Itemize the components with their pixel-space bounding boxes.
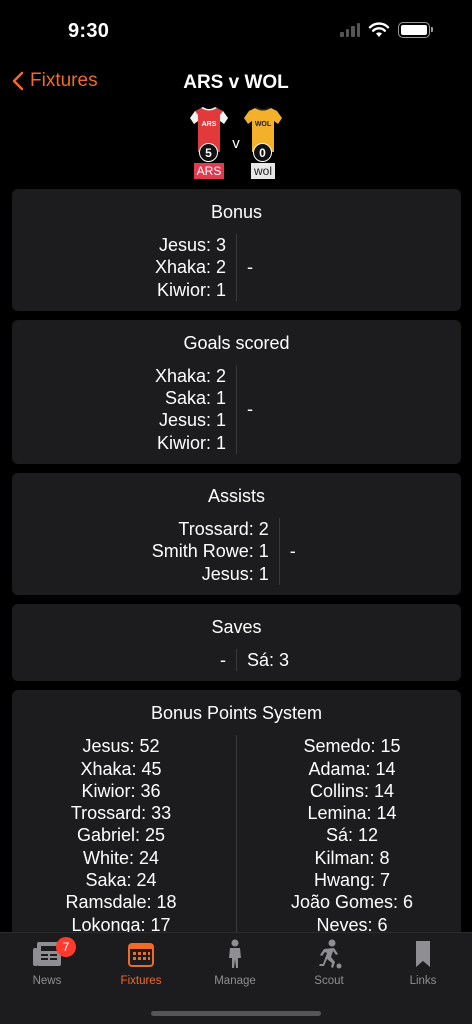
stat-entry: Kiwior: 1	[156, 279, 226, 300]
stat-entry: Jesus: 52	[82, 736, 160, 757]
stat-entry: Semedo: 15	[303, 736, 401, 757]
stat-entry: Sá: 3	[247, 649, 290, 670]
manager-person-icon	[229, 939, 241, 968]
away-score: 0	[253, 143, 272, 162]
tab-label: Manage	[214, 975, 256, 987]
home-column: Xhaka: 2 Saka: 1 Jesus: 1 Kiwior: 1	[12, 365, 236, 454]
stat-entry: Xhaka: 2	[154, 257, 226, 278]
tab-scout[interactable]: Scout	[282, 939, 376, 987]
home-team-code: ARS	[193, 163, 225, 179]
stat-entry: Collins: 14	[309, 780, 395, 801]
tab-label: News	[32, 975, 62, 987]
page-title: ARS v WOL	[183, 72, 289, 93]
stat-entry: Kiwior: 1	[156, 432, 226, 453]
stat-entry: Sá: 12	[325, 825, 379, 846]
stat-entry: White: 24	[82, 847, 160, 868]
tab-label: Fixtures	[120, 975, 162, 987]
status-bar: 9:30	[0, 0, 472, 62]
battery-icon	[398, 22, 433, 38]
svg-text:ARS: ARS	[202, 121, 217, 128]
stat-entry: Trossard: 2	[178, 519, 269, 540]
home-column: Trossard: 2 Smith Rowe: 1 Jesus: 1	[12, 518, 279, 585]
card-title: Bonus Points System	[150, 703, 323, 724]
stat-entry: Xhaka: 45	[80, 758, 162, 779]
home-score: 5	[199, 143, 218, 162]
match-stats: Bonus Jesus: 3 Xhaka: 2 Kiwior: 1 - Goal…	[12, 189, 461, 955]
away-column: Sá: 3	[236, 648, 461, 672]
saves-card: Saves - Sá: 3	[12, 603, 461, 682]
stat-entry: Jesus: 1	[158, 410, 226, 431]
stat-entry: Kilman: 8	[314, 847, 390, 868]
tab-news[interactable]: 7 News	[0, 937, 94, 987]
match-header: ARS 5 ARS v WOL 0 wol	[0, 106, 472, 182]
away-column: Semedo: 15 Adama: 14 Collins: 14 Lemina:…	[236, 735, 461, 936]
away-team: WOL 0 wol	[242, 106, 284, 179]
stat-entry: Gabriel: 25	[76, 825, 166, 846]
stat-entry: Ramsdale: 18	[65, 892, 177, 913]
home-team: ARS 5 ARS	[188, 106, 230, 179]
stat-entry: Xhaka: 2	[154, 365, 226, 386]
away-column: -	[236, 234, 461, 301]
stat-entry: Jesus: 3	[158, 235, 226, 255]
card-title: Assists	[207, 486, 265, 507]
stat-entry: Jesus: 1	[201, 563, 269, 584]
stat-entry: Smith Rowe: 1	[151, 541, 269, 562]
stat-entry: Saka: 1	[164, 388, 226, 409]
stat-entry: -	[289, 541, 296, 562]
bookmark-icon	[416, 941, 430, 967]
away-column: -	[278, 518, 461, 585]
tab-label: Links	[409, 975, 437, 987]
stat-entry: Hwang: 7	[313, 870, 391, 891]
away-team-code: wol	[250, 163, 275, 179]
tab-links[interactable]: Links	[376, 939, 470, 987]
wifi-icon	[368, 22, 390, 37]
running-player-icon	[319, 939, 342, 969]
card-title: Bonus	[210, 202, 263, 222]
svg-text:WOL: WOL	[255, 121, 272, 128]
assists-card: Assists Trossard: 2 Smith Rowe: 1 Jesus:…	[12, 473, 461, 595]
goals-scored-card: Goals scored Xhaka: 2 Saka: 1 Jesus: 1 K…	[12, 319, 461, 465]
calendar-icon	[128, 943, 154, 967]
stat-entry: Trossard: 33	[70, 803, 172, 824]
stat-entry: Saka: 24	[85, 870, 157, 891]
home-indicator	[151, 1011, 321, 1016]
stat-entry: -	[247, 257, 253, 278]
status-time: 9:30	[68, 20, 110, 42]
card-title: Goals scored	[183, 332, 290, 353]
versus-label: v	[232, 135, 240, 152]
cellular-signal-icon	[340, 23, 360, 37]
card-title: Saves	[211, 616, 262, 637]
home-column: Jesus: 3 Xhaka: 2 Kiwior: 1	[12, 234, 236, 301]
home-column: Jesus: 52 Xhaka: 45 Kiwior: 36 Trossard:…	[12, 735, 236, 936]
stat-entry: Lemina: 14	[307, 803, 397, 824]
navigation-bar: Fixtures ARS v WOL	[0, 62, 472, 106]
tab-bar: 7 News Fixtures Manage Scout Links	[0, 932, 472, 1024]
away-column: -	[236, 364, 461, 455]
status-icons	[340, 22, 433, 38]
stat-entry: -	[247, 399, 253, 420]
home-column: -	[12, 649, 236, 671]
stat-entry: Adama: 14	[308, 758, 396, 779]
notification-badge: 7	[56, 937, 76, 957]
tab-fixtures[interactable]: Fixtures	[94, 939, 188, 987]
tab-label: Scout	[314, 975, 344, 987]
bonus-points-system-card: Bonus Points System Jesus: 52 Xhaka: 45 …	[12, 690, 461, 946]
stat-entry: Kiwior: 36	[81, 780, 161, 801]
bonus-card: Bonus Jesus: 3 Xhaka: 2 Kiwior: 1 -	[12, 189, 461, 311]
stat-entry: -	[220, 649, 226, 670]
stat-entry: João Gomes: 6	[290, 892, 414, 913]
tab-manage[interactable]: Manage	[188, 939, 282, 987]
